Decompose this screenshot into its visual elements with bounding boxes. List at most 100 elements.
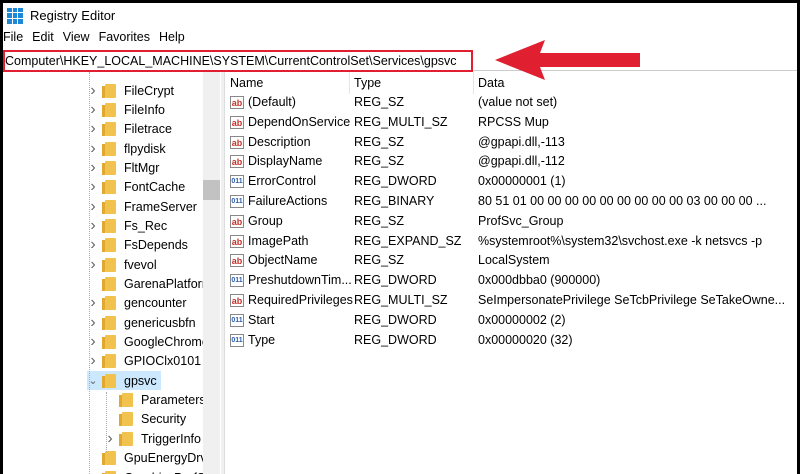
folder-icon [119,412,133,427]
value-type: REG_SZ [354,95,405,109]
tree-item-label: GPIOClx0101 [124,354,202,369]
pane-splitter[interactable] [221,72,225,474]
value-type: REG_MULTI_SZ [354,293,448,307]
value-row[interactable]: ab RequiredPrivileges REG_MULTI_SZ SeImpers… [226,291,797,310]
value-name: Start [248,312,275,327]
menu-bar: File Edit View Favorites Help [3,30,185,48]
tree-item[interactable]: › Fs_Rec [87,216,167,235]
string-value-icon: ab [230,254,244,268]
binary-value-icon: 011 [230,195,244,208]
tree-item[interactable]: ⌄ gpsvc [87,371,161,391]
tree-item[interactable]: › TriggerInfo [104,429,201,448]
tree-item[interactable]: › flpydisk [87,139,165,158]
value-type: REG_MULTI_SZ [354,114,448,129]
value-row[interactable]: ab Group REG_SZ ProfSvc_Group [226,212,797,231]
menu-favorites[interactable]: Favorites [99,30,150,48]
binary-value-icon: 011 [230,274,244,288]
tree-item[interactable]: › GoogleChrome [87,333,209,352]
tree-item[interactable]: › FontCache [87,178,185,197]
tree-scrollbar-thumb[interactable] [203,180,220,200]
value-data: 0x00000002 (2) [478,312,566,327]
folder-icon [102,257,116,272]
folder-icon [102,83,116,98]
value-row[interactable]: ab DependOnService REG_MULTI_SZ RPCSS Mup [226,113,797,132]
value-row[interactable]: 011 Type REG_DWORD 0x00000020 (32) [226,331,797,350]
value-type: REG_DWORD [354,312,437,327]
value-row[interactable]: ab ImagePath REG_EXPAND_SZ %systemroot%\sys… [226,232,797,251]
tree-item-label: gpsvc [124,373,157,388]
value-name: ErrorControl [248,174,317,189]
menu-edit[interactable]: Edit [32,30,54,48]
value-data: SeImpersonatePrivilege SeTcbPrivilege Se… [478,293,786,307]
tree-item[interactable]: ›GraphicsPerfSv [87,468,212,474]
value-data: %systemroot%\system32\svchost.exe -k net… [478,233,763,248]
tree-item-label: GoogleChrome [124,335,209,350]
tree-item[interactable]: GarenaPlatform [87,275,212,294]
tree-item[interactable]: › FltMgr [87,158,159,177]
folder-icon [102,238,116,253]
tree-item[interactable]: › FileCrypt [87,81,174,100]
tree-item[interactable]: › GPIOClx0101 [87,352,201,371]
value-row[interactable]: ab ObjectName REG_SZ LocalSystem [226,251,797,270]
value-row[interactable]: 011 Start REG_DWORD 0x00000002 (2) [226,311,797,330]
value-data: RPCSS Mup [478,114,549,129]
menu-file[interactable]: File [3,30,23,48]
value-row[interactable]: 011 PreshutdownTim... REG_DWORD 0x000dbba0 … [226,271,797,290]
tree-item[interactable]: › FrameServer [87,197,197,216]
value-name: Group [248,213,283,228]
value-row[interactable]: 011 ErrorControl REG_DWORD 0x00000001 (1) [226,172,797,191]
value-row[interactable]: ab Description REG_SZ @gpapi.dll,-113 [226,133,797,152]
tree-item[interactable]: › FsDepends [87,236,188,255]
tree-item-label: Parameters [141,393,206,408]
value-name: FailureActions [248,194,328,208]
folder-icon [102,296,116,311]
value-name: ObjectName [248,253,318,268]
tree-item[interactable]: › gencounter [87,294,187,313]
tree-item-label: FontCache [124,180,186,195]
tree-guide-line [89,72,90,474]
column-header-type[interactable]: Type [350,72,474,94]
binary-value-icon: 011 [230,313,244,327]
tree-item[interactable]: GpuEnergyDrv [87,449,207,468]
tree-item[interactable]: › Filetrace [87,120,172,139]
value-type: REG_DWORD [354,174,437,189]
folder-icon [102,160,116,175]
tree-guide-line [106,392,107,452]
tree-item-label: FileInfo [124,102,165,117]
folder-icon [102,451,116,466]
tree-item-label: FltMgr [124,160,160,175]
string-value-icon: ab [230,234,244,248]
value-row[interactable]: ab DisplayName REG_SZ @gpapi.dll,-112 [226,152,797,171]
tree-item[interactable]: Parameters [104,391,206,410]
string-value-icon: ab [230,96,244,109]
registry-editor-icon [7,7,23,24]
tree-item-label: GpuEnergyDrv [124,451,207,466]
tree-item[interactable]: › FileInfo [87,100,165,119]
tree-item-label: Security [141,412,187,427]
tree-item-label: TriggerInfo [141,431,201,446]
value-row[interactable]: ab (Default) REG_SZ (value not set) [226,93,797,112]
column-header-data[interactable]: Data [474,72,797,94]
value-name: ImagePath [248,233,309,248]
menu-view[interactable]: View [63,30,90,48]
value-data: 0x000dbba0 (900000) [478,273,601,288]
tree-item-label: fvevol [124,257,157,272]
folder-icon [102,141,116,156]
tree-scrollbar[interactable] [203,72,220,474]
tree-item[interactable]: › genericusbfn [87,313,196,332]
value-type: REG_DWORD [354,332,437,347]
key-tree: › FileCrypt › FileInfo › Filetrace › flpydisk › F… [3,72,221,474]
tree-item[interactable]: Security [104,410,186,429]
value-row[interactable]: 011 FailureActions REG_BINARY 80 51 01 00 0… [226,192,797,211]
tree-item[interactable]: › fvevol [87,255,157,274]
tree-item-label: genericusbfn [124,315,196,330]
menu-help[interactable]: Help [159,30,185,48]
binary-value-icon: 011 [230,333,244,347]
value-type: REG_SZ [354,213,405,228]
tree-item-label: Fs_Rec [124,218,168,233]
folder-icon [102,335,116,350]
column-header-name[interactable]: Name [226,72,350,94]
folder-icon [119,393,133,408]
tree-item-label: gencounter [124,296,187,311]
tree-item-label: GraphicsPerfSv [124,471,212,474]
